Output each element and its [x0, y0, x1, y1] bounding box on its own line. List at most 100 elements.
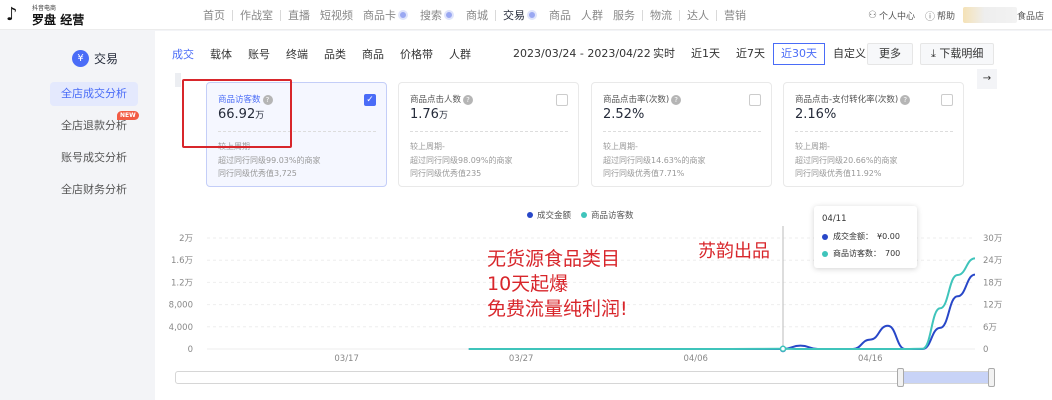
legend-item[interactable]: 成交金额: [527, 209, 571, 221]
question-icon[interactable]: ?: [900, 95, 911, 105]
range-button[interactable]: 近30天: [773, 43, 825, 65]
y-right-tick-label: 30万: [983, 234, 1002, 244]
nav-item[interactable]: 达人: [682, 7, 714, 23]
sidebar: ¥ 交易 全店成交分析 全店退款分析 NEW 账号成交分析 全店财务分析: [0, 31, 150, 400]
sidebar-section-title: ¥ 交易: [72, 50, 118, 67]
tooltip-row-sep: ：: [873, 249, 881, 258]
metric-card[interactable]: 商品点击人数? 1.76万 较上周期- 超过同行同级98.09%的商家 同行同级优秀值2…: [398, 82, 579, 187]
sidebar-item[interactable]: 全店财务分析: [50, 178, 138, 202]
nav-item-label: 商品: [549, 9, 571, 22]
download-detail-button[interactable]: ⤓ 下载明细: [920, 43, 995, 65]
scroller-selection[interactable]: [902, 372, 994, 383]
legend-item[interactable]: 商品访客数: [581, 209, 634, 221]
chart-tooltip: 04/11 成交金额： ¥0.00 商品访客数： 700: [814, 206, 917, 268]
y-right-tick-label: 12万: [983, 301, 1002, 311]
nav-item[interactable]: 短视频: [315, 7, 358, 23]
logo[interactable]: ♪ 抖音电商 罗盘 经营: [6, 2, 96, 28]
tooltip-row-value: ¥0.00: [877, 232, 900, 241]
nav-item[interactable]: 营销: [719, 7, 751, 23]
metric-title-text: 商品点击人数: [410, 95, 462, 105]
range-button[interactable]: 近1天: [683, 43, 728, 65]
metric-checkbox[interactable]: [941, 94, 953, 106]
nav-item-label: 达人: [687, 9, 709, 22]
tooltip-row-label: 成交金额: [833, 232, 865, 241]
metric-line1: 超过同行同级14.63%的商家: [603, 156, 706, 165]
x-tick-label: 03/27: [509, 354, 534, 364]
y-left-tick-label: 1.6万: [171, 256, 193, 266]
nav-item-label: 营销: [724, 9, 746, 22]
x-tick-label: 04/06: [683, 354, 708, 364]
metric-value: 2.52%: [603, 107, 644, 122]
dimension-tab[interactable]: 成交: [172, 46, 194, 62]
sidebar-item[interactable]: 账号成交分析: [50, 146, 138, 170]
annotation-red-box: [182, 79, 292, 148]
nav-item[interactable]: 物流: [645, 7, 677, 23]
metric-title: 商品点击-支付转化率(次数)?: [795, 93, 911, 105]
store-avatar[interactable]: [962, 7, 1017, 23]
help-label: 帮助: [936, 11, 955, 22]
dimension-tab[interactable]: 商品: [362, 46, 384, 62]
nav-item[interactable]: 服务: [608, 7, 640, 23]
store-name[interactable]: 食品店: [1017, 9, 1044, 22]
range-buttons: 实时 近1天 近7天 近30天 自定义: [645, 43, 874, 65]
dimension-tab[interactable]: 价格带: [400, 46, 433, 62]
metric-card[interactable]: 商品点击率(次数)? 2.52% 较上周期- 超过同行同级14.63%的商家 同行同级优…: [591, 82, 772, 187]
nav-item-label: 作战室: [240, 9, 273, 22]
cards-next-arrow-icon[interactable]: →: [977, 69, 997, 89]
dimension-tab[interactable]: 账号: [248, 46, 270, 62]
metric-checkbox[interactable]: [749, 94, 761, 106]
more-button[interactable]: 更多: [867, 43, 913, 65]
y-left-tick-label: 8,000: [169, 301, 193, 311]
cards-prev-arrow[interactable]: [175, 73, 181, 87]
metric-line2: 同行同级优秀值11.92%: [795, 169, 882, 178]
metric-compare: 较上周期-: [795, 142, 830, 151]
dimension-tab[interactable]: 载体: [210, 46, 232, 62]
scroller-left-handle[interactable]: [897, 368, 904, 387]
metric-card[interactable]: 商品点击-支付转化率(次数)? 2.16% 较上周期- 超过同行同级20.66%的商家…: [783, 82, 964, 187]
nav-item-label: 交易: [503, 9, 525, 22]
date-range[interactable]: 2023/03/24 - 2023/04/22: [513, 43, 651, 65]
personal-center-link[interactable]: ⚇ 个人中心: [868, 9, 915, 22]
question-icon[interactable]: ?: [671, 95, 682, 105]
question-icon[interactable]: ?: [463, 95, 474, 105]
tooltip-row-amount: 成交金额： ¥0.00: [822, 231, 912, 242]
nav-item[interactable]: 搜索: [415, 7, 461, 23]
dimension-tab[interactable]: 品类: [324, 46, 346, 62]
series-dot-amount: [822, 233, 828, 240]
y-left-tick-label: 4,000: [169, 323, 193, 333]
nav-item[interactable]: 首页: [198, 7, 230, 23]
nav-item[interactable]: 商品卡: [358, 7, 415, 23]
chart-range-scroller[interactable]: [175, 368, 995, 387]
nav-item-label: 商品卡: [363, 9, 396, 22]
nav-item[interactable]: 人群: [576, 7, 608, 23]
metric-checkbox[interactable]: ✓: [364, 94, 376, 106]
scroller-right-handle[interactable]: [988, 368, 995, 387]
metric-value: 2.16%: [795, 107, 836, 122]
personal-center-label: 个人中心: [878, 11, 915, 22]
overlay-text-line3: 免费流量纯利润!: [487, 298, 628, 320]
metric-title-text: 商品点击率(次数): [603, 95, 670, 105]
nav-item[interactable]: 商品: [544, 7, 576, 23]
nav-item-label: 首页: [203, 9, 225, 22]
nav-item-label: 直播: [288, 9, 310, 22]
metric-line2: 同行同级优秀值3,725: [218, 169, 297, 178]
dimension-tab[interactable]: 终端: [286, 46, 308, 62]
top-bar: ♪ 抖音电商 罗盘 经营 首页 作战室 直播 短视频 商品卡 搜索 商城 交易 商品 人群 服务 物流…: [0, 0, 1052, 30]
help-link[interactable]: ⓘ 帮助: [925, 8, 955, 23]
tooltip-row-visitors: 商品访客数： 700: [822, 248, 912, 259]
overlay-text-credit: 苏韵出品: [698, 241, 770, 262]
tooltip-row-value: 700: [885, 249, 901, 258]
nav-item[interactable]: 商城: [461, 7, 493, 23]
sidebar-item[interactable]: 全店成交分析: [50, 82, 138, 106]
nav-item[interactable]: 作战室: [235, 7, 278, 23]
nav-item[interactable]: 直播: [283, 7, 315, 23]
range-button[interactable]: 近7天: [728, 43, 773, 65]
metric-value-unit: 万: [438, 111, 448, 121]
metric-line2: 同行同级优秀值235: [410, 169, 482, 178]
dimension-tab[interactable]: 人群: [449, 46, 471, 62]
metric-checkbox[interactable]: [556, 94, 568, 106]
sidebar-item[interactable]: 全店退款分析 NEW: [50, 111, 139, 138]
nav-item[interactable]: 交易: [498, 7, 544, 23]
nav-item-label: 服务: [613, 9, 635, 22]
range-button[interactable]: 实时: [645, 43, 683, 65]
